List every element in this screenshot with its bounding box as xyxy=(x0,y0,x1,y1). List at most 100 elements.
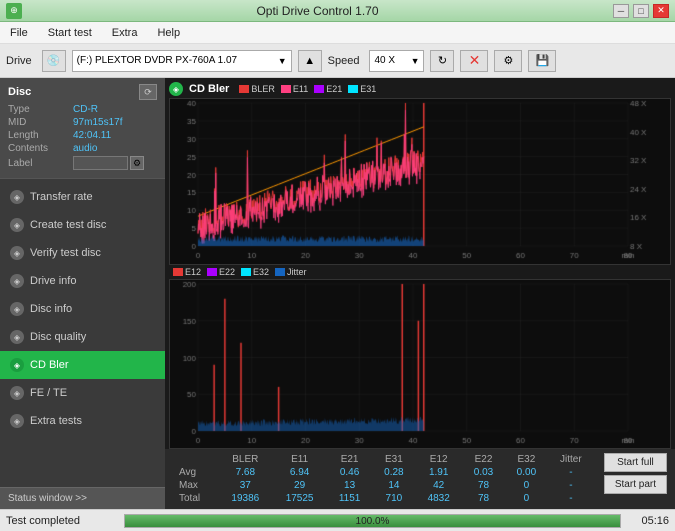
stats-cell-1: 6.94 xyxy=(272,466,326,479)
progress-bar-container: 100.0% xyxy=(124,514,621,528)
stats-cell-7: - xyxy=(548,466,594,479)
sidebar-item-transfer-rate-label: Transfer rate xyxy=(30,191,93,203)
top-chart-container: ◈ CD Bler BLERE11E21E31 xyxy=(165,78,675,265)
transfer-rate-icon: ◈ xyxy=(10,190,24,204)
sidebar-item-drive-info[interactable]: ◈ Drive info xyxy=(0,267,165,295)
drive-select[interactable]: (F:) PLEXTOR DVDR PX-760A 1.07 ▼ xyxy=(72,50,292,72)
status-text: Test completed xyxy=(6,515,116,527)
cd-bler-icon: ◈ xyxy=(10,358,24,372)
menu-start-test[interactable]: Start test xyxy=(44,25,96,41)
stats-cell-5: 78 xyxy=(462,479,505,492)
sidebar-item-cd-bler[interactable]: ◈ CD Bler xyxy=(0,351,165,379)
stats-cell-2: 0.46 xyxy=(327,466,373,479)
eject-button[interactable]: ▲ xyxy=(298,50,322,72)
disc-type-label: Type xyxy=(8,104,73,115)
stats-table: BLERE11E21E31E12E22E32Jitter Avg7.686.94… xyxy=(173,453,594,505)
stats-header-e32: E32 xyxy=(505,453,548,466)
stats-cell-1: 17525 xyxy=(272,492,326,505)
toolbar: Drive 💿 (F:) PLEXTOR DVDR PX-760A 1.07 ▼… xyxy=(0,44,675,78)
sidebar-item-create-test-disc-label: Create test disc xyxy=(30,219,106,231)
drive-label: Drive xyxy=(6,55,32,67)
sidebar-item-disc-quality-label: Disc quality xyxy=(30,331,86,343)
stats-row-max: Max3729131442780- xyxy=(173,479,594,492)
disc-quality-icon: ◈ xyxy=(10,330,24,344)
window-controls: ─ □ ✕ xyxy=(613,4,669,18)
sidebar-item-create-test-disc[interactable]: ◈ Create test disc xyxy=(0,211,165,239)
stats-header-e11: E11 xyxy=(272,453,326,466)
content-area: ◈ CD Bler BLERE11E21E31 E12E22E32Jitter … xyxy=(165,78,675,509)
stats-cell-3: 0.28 xyxy=(372,466,415,479)
bottom-chart-legend: E12E22E32Jitter xyxy=(173,267,671,277)
stats-header- xyxy=(173,453,218,466)
stats-body: Avg7.686.940.460.281.910.030.00-Max37291… xyxy=(173,466,594,505)
chart-title-row: ◈ CD Bler BLERE11E21E31 xyxy=(169,82,671,96)
disc-type-value: CD-R xyxy=(73,104,98,115)
stats-cell-2: 13 xyxy=(327,479,373,492)
stats-header-jitter: Jitter xyxy=(548,453,594,466)
maximize-button[interactable]: □ xyxy=(633,4,649,18)
stats-cell-6: 0 xyxy=(505,492,548,505)
label-settings-icon[interactable]: ⚙ xyxy=(130,156,144,170)
legend-item-e11: E11 xyxy=(281,84,308,94)
drive-icon-btn[interactable]: 💿 xyxy=(42,50,66,72)
stats-cell-4: 42 xyxy=(415,479,462,492)
legend-item-e22: E22 xyxy=(207,267,235,277)
stats-cell-7: - xyxy=(548,479,594,492)
stats-row-label: Total xyxy=(173,492,218,505)
sidebar: Disc ⟳ Type CD-R MID 97m15s17f Length 42… xyxy=(0,78,165,509)
disc-length-label: Length xyxy=(8,130,73,141)
legend-item-e31: E31 xyxy=(348,84,376,94)
disc-refresh-button[interactable]: ⟳ xyxy=(139,84,157,100)
legend-item-e32: E32 xyxy=(241,267,269,277)
fe-te-icon: ◈ xyxy=(10,386,24,400)
sidebar-item-disc-info-label: Disc info xyxy=(30,303,72,315)
minimize-button[interactable]: ─ xyxy=(613,4,629,18)
sidebar-item-verify-test-disc-label: Verify test disc xyxy=(30,247,101,259)
cd-bler-chart-icon: ◈ xyxy=(169,82,183,96)
top-chart-legend: BLERE11E21E31 xyxy=(239,84,376,94)
status-window-button[interactable]: Status window >> xyxy=(0,487,165,509)
stats-cell-6: 0 xyxy=(505,479,548,492)
menu-help[interactable]: Help xyxy=(153,25,184,41)
stats-row-label: Avg xyxy=(173,466,218,479)
stats-row-avg: Avg7.686.940.460.281.910.030.00- xyxy=(173,466,594,479)
close-button[interactable]: ✕ xyxy=(653,4,669,18)
speed-select[interactable]: 40 X ▼ xyxy=(369,50,424,72)
disc-label-label: Label xyxy=(8,158,73,169)
verify-test-disc-icon: ◈ xyxy=(10,246,24,260)
bottom-chart-container: E12E22E32Jitter xyxy=(165,265,675,450)
stats-cell-3: 14 xyxy=(372,479,415,492)
disc-mid-label: MID xyxy=(8,117,73,128)
menu-extra[interactable]: Extra xyxy=(108,25,142,41)
legend-item-jitter: Jitter xyxy=(275,267,307,277)
stats-area: BLERE11E21E31E12E22E32Jitter Avg7.686.94… xyxy=(165,449,675,509)
disc-panel-title: Disc xyxy=(8,86,31,98)
progress-text: 100.0% xyxy=(125,515,620,528)
stats-row-total: Total193861752511517104832780- xyxy=(173,492,594,505)
sidebar-item-disc-info[interactable]: ◈ Disc info xyxy=(0,295,165,323)
bottom-chart-area[interactable] xyxy=(169,279,671,450)
start-full-button[interactable]: Start full xyxy=(604,453,667,472)
speed-label: Speed xyxy=(328,55,360,67)
stats-cell-5: 0.03 xyxy=(462,466,505,479)
disc-info-icon: ◈ xyxy=(10,302,24,316)
top-chart-canvas xyxy=(170,99,670,264)
sidebar-item-verify-test-disc[interactable]: ◈ Verify test disc xyxy=(0,239,165,267)
sidebar-item-extra-tests[interactable]: ◈ Extra tests xyxy=(0,407,165,435)
save-button[interactable]: 💾 xyxy=(528,50,556,72)
drive-info-icon: ◈ xyxy=(10,274,24,288)
clear-button[interactable]: ✕ xyxy=(460,50,488,72)
legend-item-bler: BLER xyxy=(239,84,275,94)
sidebar-item-transfer-rate[interactable]: ◈ Transfer rate xyxy=(0,183,165,211)
stats-header-e22: E22 xyxy=(462,453,505,466)
bottom-status-bar: Test completed 100.0% 05:16 xyxy=(0,509,675,531)
disc-label-input[interactable] xyxy=(73,156,128,170)
settings-button[interactable]: ⚙ xyxy=(494,50,522,72)
sidebar-item-disc-quality[interactable]: ◈ Disc quality xyxy=(0,323,165,351)
disc-mid-value: 97m15s17f xyxy=(73,117,122,128)
sidebar-item-fe-te[interactable]: ◈ FE / TE xyxy=(0,379,165,407)
top-chart-area[interactable] xyxy=(169,98,671,265)
refresh-speed-button[interactable]: ↻ xyxy=(430,50,454,72)
start-part-button[interactable]: Start part xyxy=(604,475,667,494)
menu-file[interactable]: File xyxy=(6,25,32,41)
